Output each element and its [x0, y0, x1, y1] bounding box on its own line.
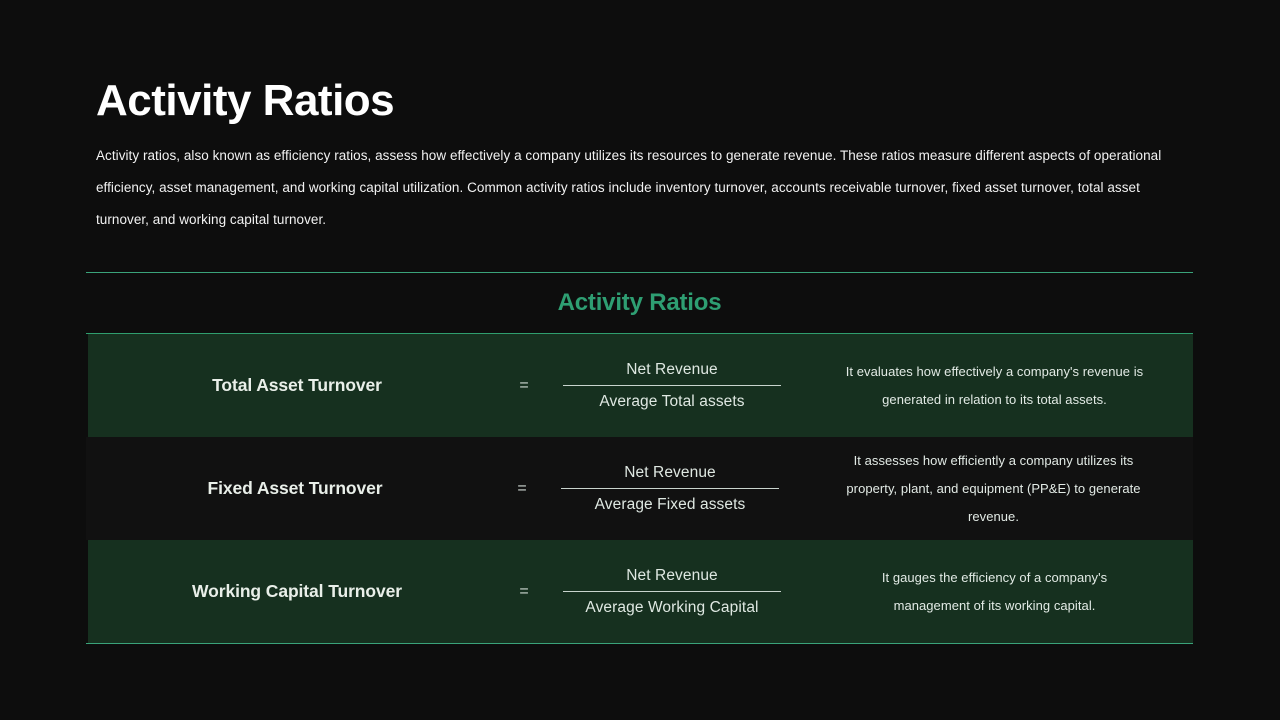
header-block: Activity Ratios Activity ratios, also kn… — [96, 76, 1186, 236]
equals-sign: = — [519, 582, 529, 600]
table-bottom-rule — [86, 643, 1193, 644]
equals-sign: = — [519, 376, 529, 394]
ratio-name-label: Fixed Asset Turnover — [207, 478, 383, 498]
formula-denominator: Average Fixed assets — [594, 495, 746, 513]
fraction-bar — [561, 487, 779, 489]
formula-cell: Net Revenue Average Working Capital — [542, 564, 802, 619]
table-row: Working Capital Turnover = Net Revenue A… — [86, 540, 1193, 643]
fraction-bar — [563, 384, 781, 386]
ratio-name-label: Total Asset Turnover — [212, 375, 382, 395]
fraction-bar — [563, 590, 781, 592]
ratio-name-label: Working Capital Turnover — [192, 581, 402, 601]
formula-numerator: Net Revenue — [626, 361, 718, 379]
page-title: Activity Ratios — [96, 76, 395, 125]
formula-cell: Net Revenue Average Total assets — [542, 358, 802, 413]
description-cell: It assesses how efficiently a company ut… — [800, 447, 1193, 531]
ratio-name-cell: Total Asset Turnover — [88, 375, 506, 396]
formula-numerator: Net Revenue — [624, 464, 716, 482]
intro-paragraph: Activity ratios, also known as efficienc… — [96, 148, 1162, 228]
formula-numerator: Net Revenue — [626, 567, 718, 585]
table-row: Fixed Asset Turnover = Net Revenue Avera… — [86, 437, 1193, 540]
formula-denominator: Average Total assets — [599, 392, 745, 410]
slide-canvas: Activity Ratios Activity ratios, also kn… — [0, 0, 1280, 720]
description-text: It evaluates how effectively a company's… — [845, 363, 1144, 407]
table-row: Total Asset Turnover = Net Revenue Avera… — [86, 334, 1193, 437]
description-text: It gauges the efficiency of a company's … — [881, 569, 1108, 613]
description-text: It assesses how efficiently a company ut… — [846, 452, 1141, 524]
formula-denominator: Average Working Capital — [585, 598, 759, 616]
table-heading: Activity Ratios — [86, 273, 1193, 333]
ratio-name-cell: Fixed Asset Turnover — [86, 478, 504, 499]
description-cell: It evaluates how effectively a company's… — [802, 358, 1193, 414]
ratios-table: Activity Ratios Total Asset Turnover = N… — [86, 272, 1193, 644]
equals-sign: = — [517, 479, 527, 497]
formula-cell: Net Revenue Average Fixed assets — [540, 461, 800, 516]
description-cell: It gauges the efficiency of a company's … — [802, 564, 1193, 620]
table-heading-label: Activity Ratios — [557, 289, 722, 316]
ratio-name-cell: Working Capital Turnover — [88, 581, 506, 602]
